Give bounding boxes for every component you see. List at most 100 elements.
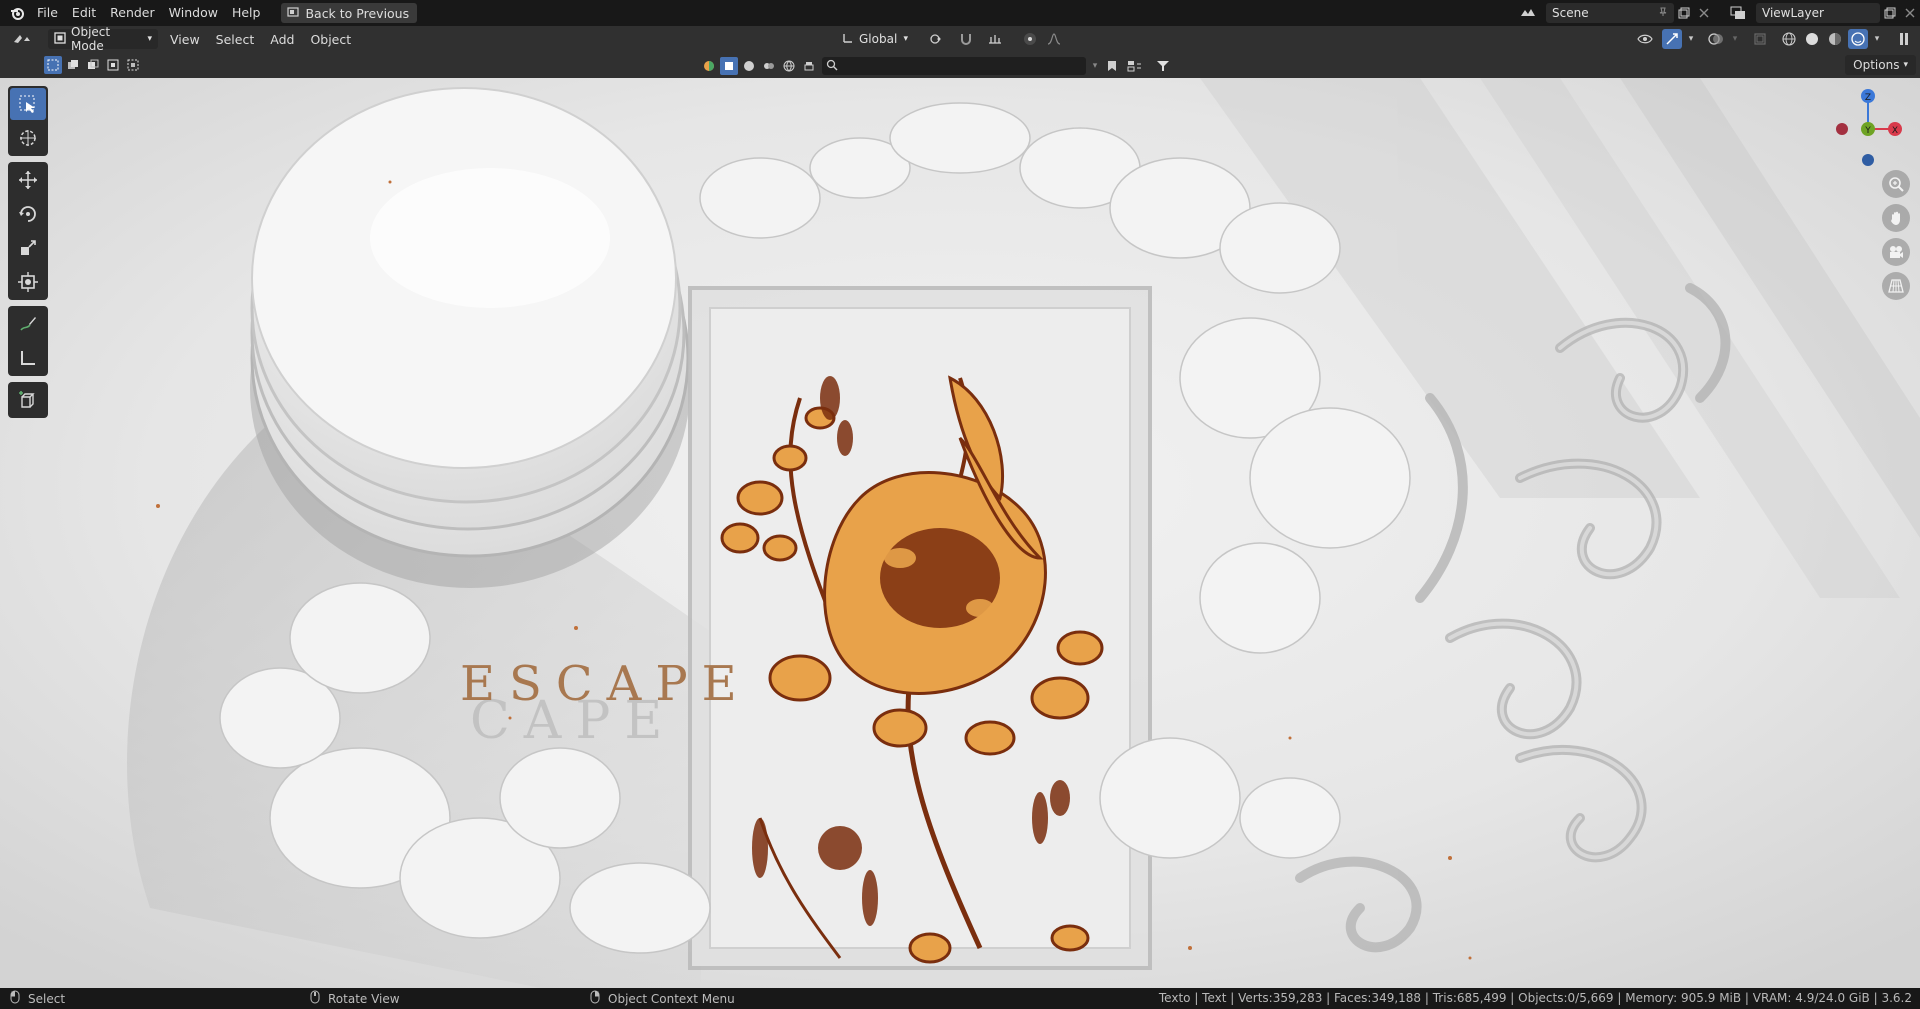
select-invert-icon[interactable] (104, 56, 122, 74)
add-cube-tool[interactable] (10, 384, 46, 416)
menu-object[interactable]: Object (302, 32, 359, 47)
falloff-icon[interactable] (1044, 29, 1064, 49)
options-dropdown[interactable]: Options ▾ (1845, 55, 1916, 75)
scene-selector-icon[interactable] (1514, 3, 1542, 23)
menu-render[interactable]: Render (103, 0, 162, 26)
select-new-icon[interactable] (44, 56, 62, 74)
shading-dropdown-icon[interactable]: ▾ (1871, 29, 1883, 49)
status-hint-context-menu: Object Context Menu (590, 990, 735, 1007)
search-input[interactable] (822, 57, 1086, 75)
3d-viewport[interactable]: CAPE ESCAPE (0, 78, 1920, 988)
menu-view[interactable]: View (162, 32, 208, 47)
cursor-tool[interactable] (10, 122, 46, 154)
transform-tool[interactable] (10, 266, 46, 298)
shading-solid-icon[interactable] (1802, 29, 1822, 49)
shading-material-icon[interactable] (1825, 29, 1845, 49)
shading-rendered-icon[interactable] (1848, 29, 1868, 49)
delete-scene-icon[interactable] (1694, 3, 1714, 23)
menu-select[interactable]: Select (208, 32, 263, 47)
mode-dropdown[interactable]: Object Mode ▾ (48, 25, 158, 53)
svg-text:X: X (1892, 126, 1898, 136)
scale-tool[interactable] (10, 232, 46, 264)
overlays-dropdown-icon[interactable]: ▾ (1729, 29, 1741, 49)
new-viewlayer-icon[interactable] (1880, 3, 1900, 23)
topbar-right: Scene ViewLayer (1514, 0, 1920, 26)
viewlayer-selector-icon[interactable] (1724, 3, 1752, 23)
measure-tool[interactable] (10, 342, 46, 374)
shading-filter-icon[interactable] (740, 57, 758, 75)
navigation-buttons (1882, 170, 1910, 300)
orientation-icon (842, 32, 854, 47)
tool-settings-bar: ▾ (0, 52, 1920, 78)
back-to-previous-label: Back to Previous (305, 5, 410, 21)
editor-type-icon[interactable] (6, 29, 40, 49)
material-filter-icon[interactable] (760, 57, 778, 75)
annotate-tool[interactable] (10, 308, 46, 340)
select-box-tool[interactable] (10, 88, 46, 120)
xray-toggle-icon[interactable] (1750, 29, 1770, 49)
scene-escape-text: ESCAPE (460, 656, 751, 712)
shading-wireframe-icon[interactable] (1779, 29, 1799, 49)
perspective-grid-icon[interactable] (1882, 272, 1910, 300)
proportional-editing-icon[interactable] (1020, 29, 1040, 49)
viewport-shading-controls: ▾ ▾ ▾ (1631, 29, 1914, 49)
tool-group-select (8, 86, 48, 156)
rotate-tool[interactable] (10, 198, 46, 230)
move-tool[interactable] (10, 164, 46, 196)
transform-controls: Global ▾ (836, 29, 1064, 49)
tool-group-annotate (8, 306, 48, 376)
visibility-icon[interactable] (1631, 29, 1659, 49)
select-extend-icon[interactable] (64, 56, 82, 74)
menu-help[interactable]: Help (225, 0, 268, 26)
chevron-down-icon: ▾ (903, 34, 908, 44)
chevron-down-icon: ▾ (147, 34, 152, 44)
print-filter-icon[interactable] (800, 57, 818, 75)
scene-name: Scene (1552, 6, 1589, 20)
world-filter-icon[interactable] (780, 57, 798, 75)
scene-field[interactable]: Scene (1546, 3, 1674, 23)
delete-viewlayer-icon[interactable] (1900, 3, 1920, 23)
selection-mode-group (44, 56, 142, 74)
screen-icon (287, 6, 300, 21)
status-hint-select-label: Select (28, 991, 66, 1006)
sort-options-icon[interactable] (1122, 56, 1148, 76)
sidebar-toggle-icon[interactable] (1894, 29, 1914, 49)
tool-group-add (8, 382, 48, 418)
gizmo-toggle-icon[interactable] (1662, 29, 1682, 49)
plates (250, 87, 690, 588)
pivot-point-icon[interactable] (922, 29, 952, 49)
menu-add[interactable]: Add (262, 32, 302, 47)
mouse-left-icon (10, 990, 20, 1007)
zoom-icon[interactable] (1882, 170, 1910, 198)
status-bar: Select Rotate View Object Context Menu T… (0, 988, 1920, 1009)
select-subtract-icon[interactable] (84, 56, 102, 74)
menu-edit[interactable]: Edit (65, 0, 103, 26)
select-intersect-icon[interactable] (124, 56, 142, 74)
pin-icon[interactable] (1658, 6, 1668, 20)
blender-logo-icon[interactable] (4, 0, 30, 26)
bookmark-icon[interactable] (1104, 56, 1120, 76)
svg-text:Z: Z (1865, 93, 1871, 103)
pan-hand-icon[interactable] (1882, 204, 1910, 232)
viewlayer-field[interactable]: ViewLayer (1756, 3, 1880, 23)
viewlayer-name: ViewLayer (1762, 6, 1824, 20)
menu-file[interactable]: File (30, 0, 65, 26)
object-filter-icon[interactable] (720, 57, 738, 75)
search-dropdown-icon[interactable]: ▾ (1088, 56, 1102, 76)
svg-text:Y: Y (1864, 126, 1871, 136)
transform-orientation-dropdown[interactable]: Global ▾ (836, 29, 914, 49)
snap-target-icon[interactable] (980, 29, 1010, 49)
snap-toggle-icon[interactable] (956, 29, 976, 49)
back-to-previous-button[interactable]: Back to Previous (281, 3, 418, 23)
navigation-gizmo[interactable]: Z X Y (1820, 84, 1920, 174)
gizmo-dropdown-icon[interactable]: ▾ (1685, 29, 1697, 49)
render-preview: CAPE (0, 78, 1920, 988)
overlays-toggle-icon[interactable] (1706, 29, 1726, 49)
search-icon (826, 59, 838, 74)
color-filter-icon[interactable] (700, 57, 718, 75)
camera-view-icon[interactable] (1882, 238, 1910, 266)
new-scene-icon[interactable] (1674, 3, 1694, 23)
filter-funnel-icon[interactable] (1150, 56, 1176, 76)
status-hint-context-menu-label: Object Context Menu (608, 991, 735, 1006)
menu-window[interactable]: Window (162, 0, 225, 26)
